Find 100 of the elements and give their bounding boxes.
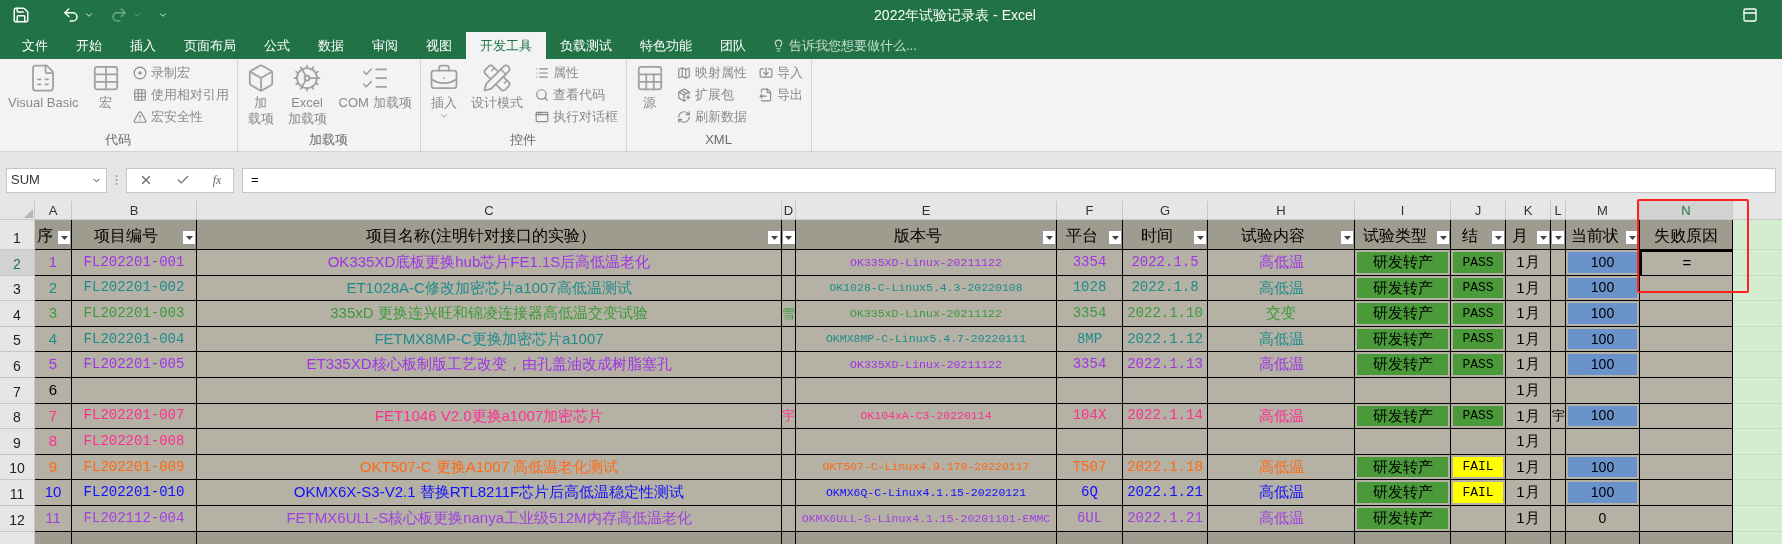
filter-dropdown-button[interactable] — [57, 230, 71, 245]
ribbon-large-button[interactable]: 插入 — [424, 63, 463, 130]
column-header[interactable]: N — [1640, 201, 1733, 220]
table-cell: 9 — [35, 454, 72, 481]
table-cell — [1733, 429, 1782, 455]
ribbon-tab[interactable]: 公式 — [250, 32, 304, 59]
filter-dropdown-button[interactable] — [1193, 230, 1207, 245]
ribbon-small-button[interactable]: 导入 — [754, 63, 807, 83]
customize-icon[interactable] — [158, 10, 168, 20]
table-cell: 2022.1.21 — [1123, 505, 1208, 532]
table-cell: 高低温 — [1208, 326, 1355, 353]
row-number[interactable]: 10 — [0, 454, 35, 481]
ribbon-tab[interactable]: 负载测试 — [546, 32, 626, 59]
table-cell[interactable] — [1640, 454, 1733, 481]
ribbon-display-icon[interactable] — [1742, 7, 1758, 23]
table-cell: FL202201-008 — [72, 429, 197, 455]
ribbon-small-button[interactable]: 执行对话框 — [530, 107, 622, 127]
ribbon-small-button[interactable]: 录制宏 — [128, 63, 233, 83]
ribbon-large-button[interactable]: Excel 加载项 — [283, 63, 331, 130]
table-cell: FL202201-009 — [72, 454, 197, 481]
ribbon-large-button[interactable]: 源 — [630, 63, 669, 130]
row-number[interactable]: 2 — [0, 250, 35, 276]
ribbon-tab[interactable]: 团队 — [706, 32, 760, 59]
table-cell: 2022.1.21 — [1123, 480, 1208, 506]
filter-dropdown-button[interactable] — [1042, 230, 1056, 245]
ribbon-small-button[interactable]: 映射属性 — [672, 63, 751, 83]
table-cell[interactable] — [1640, 301, 1733, 327]
ribbon-tab[interactable]: 页面布局 — [170, 32, 250, 59]
table-cell: 3354 — [1057, 301, 1123, 327]
row-number[interactable]: 9 — [0, 429, 35, 455]
save-icon[interactable] — [12, 6, 30, 24]
table-cell[interactable] — [1640, 480, 1733, 506]
row-number[interactable]: 12 — [0, 505, 35, 532]
ribbon-large-button[interactable]: Visual Basic — [4, 63, 83, 130]
undo-icon[interactable] — [62, 6, 80, 24]
row-number[interactable]: 6 — [0, 352, 35, 378]
ribbon-tab[interactable]: 插入 — [116, 32, 170, 59]
table-cell: 雪 — [782, 301, 796, 327]
row-number[interactable]: 4 — [0, 301, 35, 327]
result-tag: PASS — [1453, 328, 1503, 350]
ribbon-small-button[interactable]: 查看代码 — [530, 85, 622, 105]
table-cell[interactable] — [1640, 377, 1733, 404]
table-cell[interactable] — [1640, 352, 1733, 378]
table-cell: 1月 — [1506, 250, 1551, 276]
table-cell[interactable] — [1640, 429, 1733, 455]
tell-me-field[interactable]: 告诉我您想要做什么... — [772, 32, 917, 59]
table-cell[interactable] — [1640, 403, 1733, 430]
table-cell[interactable]: = — [1640, 250, 1733, 276]
table-cell: T507 — [1057, 454, 1123, 481]
table-cell: 2022.1.13 — [1123, 352, 1208, 378]
ribbon-tab[interactable]: 数据 — [304, 32, 358, 59]
ribbon-small-button[interactable]: 刷新数据 — [672, 107, 751, 127]
row-number[interactable]: 7 — [0, 377, 35, 404]
ribbon-large-button[interactable]: COM 加载项 — [334, 63, 416, 130]
filter-dropdown-button[interactable] — [1108, 230, 1122, 245]
row-number[interactable]: 3 — [0, 275, 35, 302]
caret-icon — [438, 111, 449, 121]
table-cell[interactable] — [1640, 326, 1733, 353]
ribbon-tab[interactable]: 视图 — [412, 32, 466, 59]
filter-dropdown-button[interactable] — [1551, 230, 1565, 245]
filter-dropdown-button[interactable] — [1491, 230, 1505, 245]
ribbon-large-button[interactable]: 加 载项 — [241, 63, 280, 130]
ribbon-small-button[interactable]: 导出 — [754, 85, 807, 105]
ribbon-small-button[interactable]: 扩展包 — [672, 85, 751, 105]
table-cell: 2022.1.18 — [1123, 454, 1208, 481]
row-number[interactable]: 8 — [0, 403, 35, 430]
enter-icon[interactable] — [175, 173, 190, 187]
ribbon-large-button[interactable]: 设计模式 — [466, 63, 527, 130]
filter-dropdown-button[interactable] — [782, 230, 795, 245]
ribbon-tab[interactable]: 审阅 — [358, 32, 412, 59]
table-cell: 5 — [35, 352, 72, 378]
ribbon-tab[interactable]: 特色功能 — [626, 32, 706, 59]
search-icon — [534, 88, 549, 102]
window-icon — [534, 110, 549, 124]
table-cell: 1月 — [1506, 505, 1551, 532]
ribbon-tab[interactable]: 文件 — [8, 32, 62, 59]
ribbon-large-button[interactable]: 宏 — [86, 63, 125, 130]
table-cell[interactable] — [1640, 505, 1733, 532]
caret-icon[interactable] — [84, 10, 94, 20]
row-number[interactable]: 11 — [0, 480, 35, 506]
insert-function-button[interactable]: fx — [212, 171, 222, 189]
ribbon-tab[interactable]: 开始 — [62, 32, 116, 59]
filter-dropdown-button[interactable] — [1436, 230, 1450, 245]
ribbon-small-button[interactable]: 使用相对引用 — [128, 85, 233, 105]
table-cell: 宇 — [782, 403, 796, 430]
row-number[interactable]: 1 — [0, 220, 35, 250]
filter-dropdown-button[interactable] — [1536, 230, 1550, 245]
ribbon-small-button[interactable]: 属性 — [530, 63, 622, 83]
formula-field[interactable]: = — [242, 167, 1776, 193]
name-box[interactable]: SUM — [6, 167, 107, 193]
ribbon-small-button[interactable]: 宏安全性 — [128, 107, 233, 127]
filter-dropdown-button[interactable] — [182, 230, 196, 245]
filter-dropdown-button[interactable] — [767, 230, 781, 245]
row-number[interactable]: 5 — [0, 326, 35, 353]
table-cell: OK335XD-Linux-20211122 — [796, 250, 1057, 276]
gear-icon — [292, 63, 323, 93]
refresh-icon — [676, 110, 691, 124]
table-cell — [1551, 377, 1566, 404]
filter-dropdown-button[interactable] — [1340, 230, 1354, 245]
ribbon-tab[interactable]: 开发工具 — [466, 32, 546, 59]
